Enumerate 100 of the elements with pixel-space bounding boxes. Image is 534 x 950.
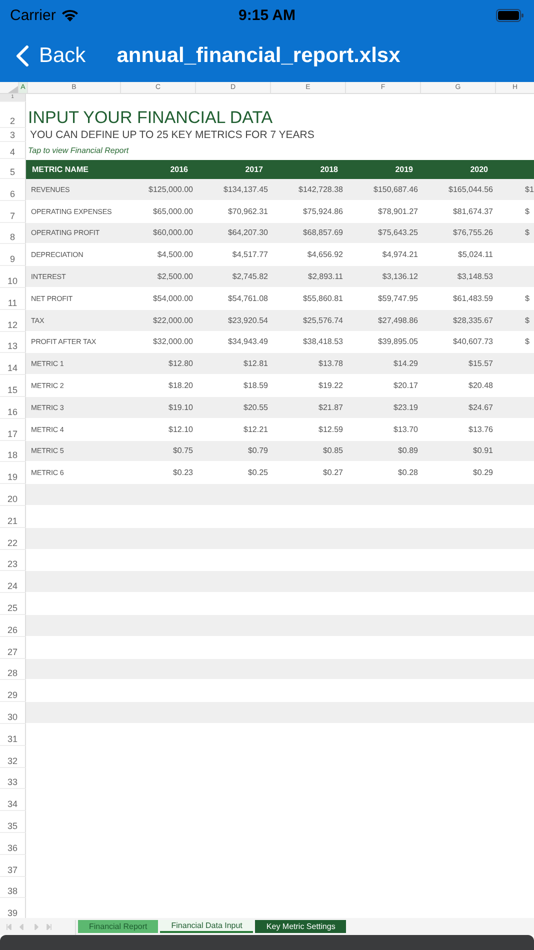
- back-button[interactable]: Back: [16, 44, 86, 68]
- table-cell-text: $54,761.08: [226, 294, 269, 303]
- sheet-navigation-icon[interactable]: [6, 924, 54, 930]
- row-number[interactable]: 3: [0, 128, 26, 142]
- financial-report-link[interactable]: Tap to view Financial Report: [26, 146, 129, 155]
- row-number[interactable]: 13: [0, 332, 26, 354]
- table-cell-text: $0.27: [322, 468, 344, 478]
- table-cell-text: $3,148.53: [456, 272, 494, 282]
- row-number[interactable]: 21: [0, 506, 26, 528]
- column-heading: 2017: [244, 164, 264, 176]
- row-number[interactable]: 11: [0, 288, 26, 310]
- table-cell-text: $25,576.74: [302, 316, 344, 325]
- table-cell-text: $18.20: [168, 381, 194, 390]
- table-cell-text: $2,893.11: [307, 272, 344, 282]
- table-cell-text: $54,000.00: [152, 294, 194, 303]
- table-cell-text: $4,656.92: [306, 250, 344, 260]
- table-cell-text: $165,044.56: [448, 184, 494, 194]
- table-cell-text: $150,687.46: [372, 184, 419, 194]
- row-number[interactable]: 34: [0, 789, 26, 812]
- table-cell-text: $12.80: [168, 359, 194, 368]
- table-cell-text: $13.70: [392, 424, 419, 434]
- table-cell-text: $75,643.25: [376, 228, 419, 238]
- carrier-label: Carrier: [10, 6, 56, 24]
- row-number[interactable]: 19: [0, 462, 26, 484]
- column-heading: 2018: [319, 164, 339, 176]
- table-cell-text: $78,901.27: [376, 206, 419, 216]
- table-cell-text: $21.87: [318, 402, 344, 412]
- sheet-tab[interactable]: Financial Data Input: [160, 920, 254, 933]
- sheet-tab[interactable]: Key Metric Settings: [255, 920, 346, 933]
- table-cell-text: $0.85: [322, 446, 344, 456]
- row-number[interactable]: 32: [0, 746, 26, 768]
- table-cell-text: $13.78: [318, 359, 344, 368]
- table-cell-text: $68,857.69: [302, 228, 344, 238]
- table-cell-text: $32,000.00: [152, 337, 194, 346]
- table-cell-text: $0.91: [472, 446, 494, 456]
- table-cell-text: $23.19: [392, 402, 419, 412]
- battery-icon: [496, 8, 524, 22]
- table-cell-text: $2,500.00: [156, 272, 194, 282]
- row-number[interactable]: 38: [0, 876, 26, 898]
- table-cell-text: $: [524, 294, 530, 303]
- table-cell-text: $76,755.26: [452, 228, 494, 238]
- table-cell-text: $: [524, 206, 530, 216]
- table-cell-text: $134,137.45: [222, 184, 269, 194]
- table-cell-text: $22,000.00: [152, 316, 194, 325]
- table-cell-text: $20.48: [468, 381, 494, 390]
- sheet-subtitle: YOU CAN DEFINE UP TO 25 KEY METRICS FOR 7 YEARS: [29, 129, 314, 141]
- table-cell-text: $28,335.67: [452, 316, 494, 325]
- table-cell-text: $27,498.86: [376, 316, 419, 325]
- row-number[interactable]: 36: [0, 832, 26, 855]
- table-cell-text: $23,920.54: [226, 316, 269, 325]
- table-cell-text: $60,000.00: [152, 228, 194, 238]
- status-time: 9:15 AM: [238, 6, 296, 24]
- table-cell-text: $75,924.86: [302, 206, 344, 216]
- table-cell-text: $24.67: [468, 402, 494, 412]
- table-cell-text: $20.17: [392, 381, 419, 390]
- row-number[interactable]: 2: [0, 102, 26, 128]
- table-cell-text: $4,517.77: [231, 250, 269, 260]
- row-number[interactable]: 31: [0, 724, 26, 746]
- row-number[interactable]: 17: [0, 418, 26, 441]
- row-number[interactable]: 27: [0, 636, 26, 659]
- table-cell-text: $59,747.95: [376, 294, 419, 303]
- table-cell-text: $0.23: [172, 468, 194, 478]
- row-number[interactable]: 7: [0, 200, 26, 223]
- table-cell-text: $40,607.73: [452, 337, 494, 346]
- table-cell-text: $61,483.59: [452, 294, 494, 303]
- row-number[interactable]: 15: [0, 375, 26, 397]
- table-cell-text: $18.59: [242, 381, 269, 390]
- row-number[interactable]: 29: [0, 680, 26, 702]
- row-number[interactable]: 25: [0, 593, 26, 615]
- table-cell-text: $34,943.49: [226, 337, 269, 346]
- table-cell-text: $12.10: [168, 424, 194, 434]
- table-cell-text: $0.79: [246, 446, 269, 456]
- column-heading: METRIC NAME: [31, 164, 90, 176]
- column-heading: 2020: [469, 164, 489, 176]
- column-heading: 2016: [169, 164, 189, 176]
- sheet-tab[interactable]: Financial Report: [78, 920, 158, 933]
- table-cell-text: $55,860.81: [302, 294, 344, 303]
- table-cell-text: $38,418.53: [302, 337, 344, 346]
- row-number[interactable]: 23: [0, 550, 26, 572]
- table-cell-text: $19.22: [318, 381, 344, 390]
- file-title: annual_financial_report.xlsx: [116, 44, 400, 68]
- table-cell-text: $19.10: [168, 402, 194, 412]
- table-cell-text: $0.29: [472, 468, 494, 478]
- table-cell-text: $12.59: [318, 424, 344, 434]
- row-number[interactable]: 4: [0, 142, 26, 159]
- table-cell-text: $39,895.05: [376, 337, 419, 346]
- table-cell-text: $0.89: [396, 446, 419, 456]
- row-number[interactable]: 9: [0, 244, 26, 266]
- table-cell-text: $12.21: [242, 424, 269, 434]
- table-cell-text: $0.75: [172, 446, 194, 456]
- table-cell-text: $0.28: [396, 468, 419, 478]
- column-heading: 2019: [394, 164, 414, 176]
- row-number[interactable]: 35: [0, 811, 26, 833]
- table-cell-text: $2,745.82: [231, 272, 269, 282]
- row-number[interactable]: 33: [0, 768, 26, 790]
- table-cell-text: $125,000.00: [148, 184, 194, 194]
- row-number[interactable]: 37: [0, 854, 26, 876]
- table-cell-text: $5,024.11: [457, 250, 494, 260]
- table-cell-text: $13.76: [468, 424, 494, 434]
- table-cell-text: $65,000.00: [152, 206, 194, 216]
